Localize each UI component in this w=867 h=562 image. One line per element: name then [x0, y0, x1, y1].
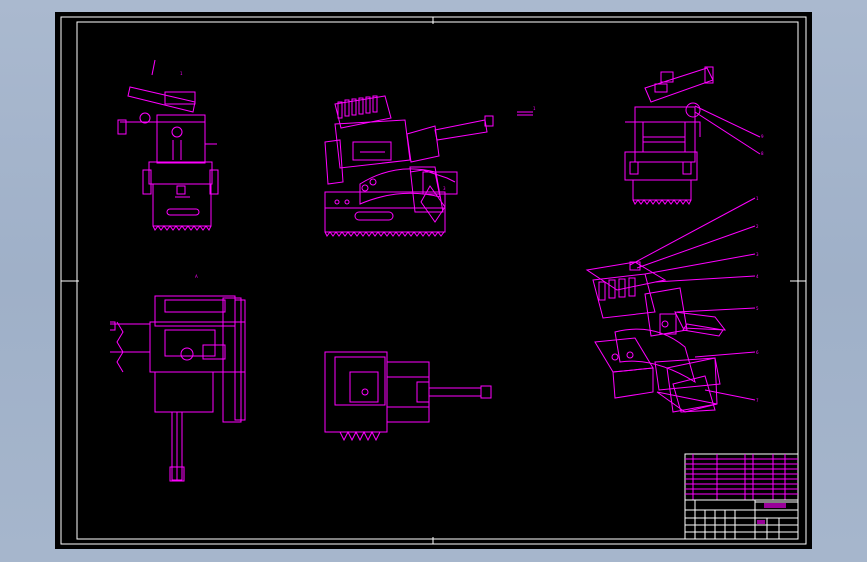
svg-text:8: 8 [761, 151, 764, 156]
svg-text:1: 1 [180, 71, 183, 76]
svg-text:2: 2 [756, 224, 759, 229]
top-view-center [324, 351, 492, 442]
side-view-left: A [110, 274, 246, 482]
svg-text:7: 7 [756, 398, 759, 403]
svg-text:3: 3 [443, 186, 446, 191]
front-view-left: 1 [117, 59, 219, 231]
svg-text:5: 5 [756, 306, 759, 311]
svg-text:A: A [195, 274, 198, 279]
svg-text:1: 1 [533, 106, 536, 111]
isometric-view: 1 2 3 4 5 6 7 [585, 196, 759, 413]
right-view: 9 8 [624, 66, 764, 205]
drawing-canvas: 1 1 3 9 8 A 1 2 3 4 5 6 7 [60, 16, 807, 545]
title-block [684, 453, 799, 540]
svg-text:9: 9 [761, 134, 764, 139]
fins [337, 95, 378, 119]
svg-text:3: 3 [756, 252, 759, 257]
outer-frame [60, 16, 807, 545]
parts-list [685, 454, 798, 501]
title-area [685, 500, 799, 539]
front-view-center: 1 3 [324, 95, 536, 237]
cad-viewport[interactable]: 1 1 3 9 8 A 1 2 3 4 5 6 7 [55, 12, 812, 549]
svg-text:1: 1 [756, 196, 759, 201]
svg-text:4: 4 [756, 274, 759, 279]
svg-text:6: 6 [756, 350, 759, 355]
